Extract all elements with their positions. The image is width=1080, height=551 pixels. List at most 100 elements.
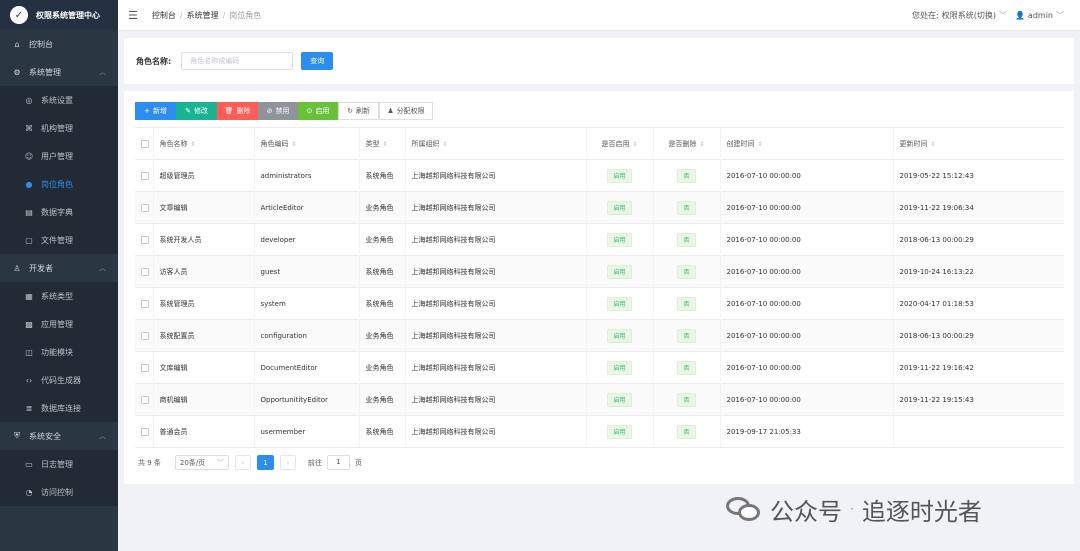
sidebar-item-roles[interactable]: ● 岗位角色: [0, 170, 118, 198]
cell-deleted: 否: [652, 319, 720, 352]
cell-type: 系统角色: [358, 255, 405, 288]
cell-type: 业务角色: [358, 383, 405, 416]
cell-updated: 2019-11-22 19:16:42: [892, 351, 1064, 384]
cell-updated: 2020-04-17 01:18:53: [892, 287, 1064, 320]
cell-org: 上海越邦网络科技有限公司: [404, 255, 586, 288]
select-all-checkbox[interactable]: [135, 127, 153, 160]
cell-enabled: 启用: [585, 191, 653, 224]
col-header-deleted[interactable]: 是否删除 ⇕: [652, 127, 720, 160]
edit-button[interactable]: ✎ 修改: [176, 102, 217, 120]
chevron-down-icon: ﹀: [998, 11, 1007, 20]
app-logo[interactable]: ✓ 权限系统管理中心: [0, 0, 118, 30]
row-checkbox[interactable]: [135, 223, 153, 256]
table-row[interactable]: 文章编辑 ArticleEditor 业务角色 上海越邦网络科技有限公司 启用 否 2016…: [135, 191, 1064, 224]
row-checkbox[interactable]: [135, 351, 153, 384]
cell-enabled: 启用: [585, 351, 653, 384]
pagination: 共 9 条 20条/页 ﹀ ‹ 1 › 前往 1 页: [138, 455, 362, 470]
col-header-updated[interactable]: 更新时间 ⇕: [892, 127, 1064, 160]
sidebar-item-db-conn[interactable]: ≣ 数据库连接: [0, 394, 118, 422]
sidebar-item-system-settings[interactable]: ◎ 系统设置: [0, 86, 118, 114]
menu-toggle-icon[interactable]: ☰: [128, 9, 138, 22]
cell-updated: 2019-10-24 16:13:22: [892, 255, 1064, 288]
check-circle-icon: ⊙: [306, 107, 313, 115]
table-row[interactable]: 系统管理员 system 系统角色 上海越邦网络科技有限公司 启用 否 2016-07-10…: [135, 287, 1064, 320]
role-name-input[interactable]: [181, 52, 294, 70]
table-row[interactable]: 系统配置员 configuration 业务角色 上海越邦网络科技有限公司 启用 否 201…: [135, 319, 1064, 352]
cell-updated: [892, 415, 1064, 448]
row-checkbox[interactable]: [135, 159, 153, 192]
goto-page-input[interactable]: 1: [326, 455, 350, 470]
prev-page-button[interactable]: ‹: [234, 455, 251, 470]
refresh-button[interactable]: ↻ 刷新: [338, 102, 379, 120]
breadcrumb-item[interactable]: 控制台: [152, 11, 176, 20]
row-checkbox[interactable]: [135, 415, 153, 448]
deleted-badge: 否: [677, 200, 696, 215]
assign-permission-button[interactable]: ♟ 分配权限: [379, 102, 433, 120]
cell-role-name: 系统开发人员: [152, 223, 254, 256]
sidebar-item-files[interactable]: ▢ 文件管理: [0, 226, 118, 254]
page-1-button[interactable]: 1: [256, 455, 274, 470]
row-checkbox[interactable]: [135, 191, 153, 224]
col-header-enabled[interactable]: 是否启用 ⇕: [585, 127, 653, 160]
cell-created: 2016-07-10 00:00:00: [719, 159, 893, 192]
deleted-badge: 否: [677, 296, 696, 311]
user-menu[interactable]: admin: [1028, 11, 1053, 20]
watermark-label: 公众号: [770, 497, 842, 526]
sidebar-item-label: 岗位角色: [41, 179, 73, 189]
next-page-button[interactable]: ›: [279, 455, 296, 470]
sidebar-item-modules[interactable]: ◫ 功能模块: [0, 338, 118, 366]
cell-role-name: 普通会员: [152, 415, 254, 448]
sidebar-item-label: 日志管理: [41, 459, 73, 469]
cell-deleted: 否: [652, 415, 720, 448]
cell-role-code: DocumentEditor: [253, 351, 359, 384]
sidebar-item-apps[interactable]: ▩ 应用管理: [0, 310, 118, 338]
gear-icon: ⚙: [13, 67, 21, 77]
sidebar-item-users[interactable]: ☺ 用户管理: [0, 142, 118, 170]
sidebar-item-system-types[interactable]: ▦ 系统类型: [0, 282, 118, 310]
edit-icon: ✎: [185, 107, 191, 115]
sidebar-group-system[interactable]: ⚙ 系统管理 ︿: [0, 58, 118, 86]
col-header-created[interactable]: 创建时间 ⇕: [719, 127, 893, 160]
cell-org: 上海越邦网络科技有限公司: [404, 159, 586, 192]
sidebar-item-access[interactable]: ◔ 访问控制: [0, 478, 118, 506]
col-header-name[interactable]: 角色名称 ⇕: [152, 127, 254, 160]
table-row[interactable]: 普通会员 usermember 系统角色 上海越邦网络科技有限公司 启用 否 2019-09…: [135, 415, 1064, 448]
sort-icon: ⇕: [291, 140, 297, 148]
sidebar-item-dictionary[interactable]: ▤ 数据字典: [0, 198, 118, 226]
add-button[interactable]: + 新增: [135, 102, 176, 120]
disable-button[interactable]: ⊘ 禁用: [258, 102, 298, 120]
row-checkbox[interactable]: [135, 319, 153, 352]
sidebar-item-label: 系统设置: [41, 95, 73, 105]
enabled-badge: 启用: [607, 232, 632, 247]
system-switcher[interactable]: 权限系统(切换): [942, 10, 996, 21]
col-header-type[interactable]: 类型 ⇕: [358, 127, 405, 160]
enable-button[interactable]: ⊙ 启用: [298, 102, 338, 120]
user-icon: 👤: [1014, 11, 1025, 20]
sidebar-group-security[interactable]: ⛨ 系统安全 ︿: [0, 422, 118, 450]
sidebar-item-codegen[interactable]: ‹› 代码生成器: [0, 366, 118, 394]
delete-button[interactable]: 🗑 删除: [217, 102, 258, 120]
sidebar-group-developer[interactable]: ♙ 开发者 ︿: [0, 254, 118, 282]
enabled-badge: 启用: [607, 168, 632, 183]
org-icon: ⌘: [25, 123, 33, 133]
sort-icon: ⇕: [757, 140, 763, 148]
table-row[interactable]: 文库编辑 DocumentEditor 业务角色 上海越邦网络科技有限公司 启用 否 201…: [135, 351, 1064, 384]
row-checkbox[interactable]: [135, 383, 153, 416]
page-size-select[interactable]: 20条/页 ﹀: [174, 455, 229, 470]
enabled-badge: 启用: [607, 200, 632, 215]
sort-icon: ⇕: [442, 140, 448, 148]
row-checkbox[interactable]: [135, 255, 153, 288]
breadcrumb-item[interactable]: 系统管理: [187, 11, 219, 20]
search-button[interactable]: 查询: [301, 52, 334, 70]
col-header-org[interactable]: 所属组织 ⇕: [404, 127, 586, 160]
sidebar-item-org[interactable]: ⌘ 机构管理: [0, 114, 118, 142]
table-row[interactable]: 系统开发人员 developer 业务角色 上海越邦网络科技有限公司 启用 否 2016-0…: [135, 223, 1064, 256]
row-checkbox[interactable]: [135, 287, 153, 320]
table-row[interactable]: 商机编辑 OpportunitityEditor 业务角色 上海越邦网络科技有限公司 启…: [135, 383, 1064, 416]
table-row[interactable]: 访客人员 guest 系统角色 上海越邦网络科技有限公司 启用 否 2016-07-10 0…: [135, 255, 1064, 288]
apps-icon: ▩: [25, 319, 33, 329]
col-header-code[interactable]: 角色编码 ⇕: [253, 127, 359, 160]
sidebar-item-dashboard[interactable]: ⌂ 控制台: [0, 30, 118, 58]
sidebar-item-logs[interactable]: ▭ 日志管理: [0, 450, 118, 478]
table-row[interactable]: 超级管理员 administrators 系统角色 上海越邦网络科技有限公司 启用 否 20…: [135, 159, 1064, 192]
